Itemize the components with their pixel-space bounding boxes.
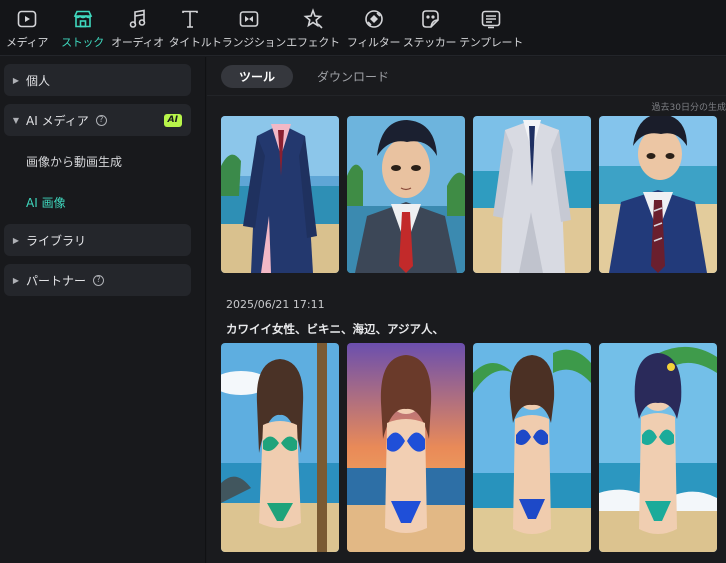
ai-badge: AI	[163, 114, 182, 127]
title-icon	[178, 7, 202, 31]
transition-icon	[237, 7, 261, 31]
sidebar-item-library[interactable]: ▶ ライブラリ	[4, 224, 191, 256]
tool-audio[interactable]: オーディオ	[111, 0, 164, 56]
tab-tool[interactable]: ツール	[221, 65, 294, 88]
content-tabs: ツール ダウンロード	[221, 65, 413, 88]
media-icon	[15, 7, 39, 31]
thumbnail-woman-green-bikini[interactable]	[221, 343, 339, 552]
tool-title[interactable]: タイトル	[164, 0, 216, 56]
help-icon[interactable]: ?	[93, 274, 105, 286]
filter-icon	[362, 7, 386, 31]
chevron-right-icon: ▶	[12, 275, 20, 285]
history-note: 過去30日分の生成	[651, 103, 726, 113]
sidebar-item-ai-media[interactable]: ▼ AI メディア ? AI	[4, 104, 191, 136]
tool-filter[interactable]: フィルター	[345, 0, 402, 56]
sidebar-item-image-to-video[interactable]: 画像から動画生成	[26, 153, 122, 170]
divider	[207, 95, 726, 96]
thumbnail-woman-blue-bikini-palm[interactable]	[473, 343, 591, 552]
tool-effect[interactable]: エフェクト	[281, 0, 345, 56]
chevron-down-icon: ▼	[12, 115, 20, 125]
thumbnail-man-navy-suit[interactable]	[599, 116, 717, 273]
content-panel: ツール ダウンロード 過去30日分の生成 2025/06/21 17:11 カワ…	[207, 57, 726, 563]
stock-icon	[71, 7, 95, 31]
tool-template[interactable]: テンプレート	[457, 0, 525, 56]
sidebar-item-partner[interactable]: ▶ パートナー ?	[4, 264, 191, 296]
thumbnail-woman-blue-bikini-sunset[interactable]	[347, 343, 465, 552]
sidebar-item-ai-image[interactable]: AI 画像	[26, 194, 66, 211]
sidebar-item-personal[interactable]: ▶ 個人	[4, 64, 191, 96]
top-toolbar: メディア ストック オーディオ タイトル トランジション エフェクト フィルター…	[0, 0, 726, 56]
tool-stock[interactable]: ストック	[54, 0, 111, 56]
tool-transition[interactable]: トランジション	[211, 0, 286, 56]
tab-download[interactable]: ダウンロード	[299, 65, 407, 88]
thumbnail-man-white-suit[interactable]	[473, 116, 591, 273]
generation-timestamp: 2025/06/21 17:11	[226, 298, 325, 311]
thumbnail-man-closeup[interactable]	[347, 116, 465, 273]
help-icon[interactable]: ?	[95, 114, 107, 126]
chevron-right-icon: ▶	[12, 235, 20, 245]
thumbnail-man-pink-shirt[interactable]	[221, 116, 339, 273]
effect-icon	[301, 7, 325, 31]
sidebar: ▶ 個人 ▼ AI メディア ? AI 画像から動画生成 AI 画像 ▶ ライブ…	[0, 57, 206, 563]
thumbnail-woman-teal-bikini-flower[interactable]	[599, 343, 717, 552]
sticker-icon	[418, 7, 442, 31]
chevron-right-icon: ▶	[12, 75, 20, 85]
generation-prompt: カワイイ女性、ビキニ、海辺、アジア人、	[226, 322, 445, 336]
template-icon	[479, 7, 503, 31]
tool-media[interactable]: メディア	[0, 0, 54, 56]
tool-sticker[interactable]: ステッカー	[402, 0, 457, 56]
audio-icon	[126, 7, 150, 31]
